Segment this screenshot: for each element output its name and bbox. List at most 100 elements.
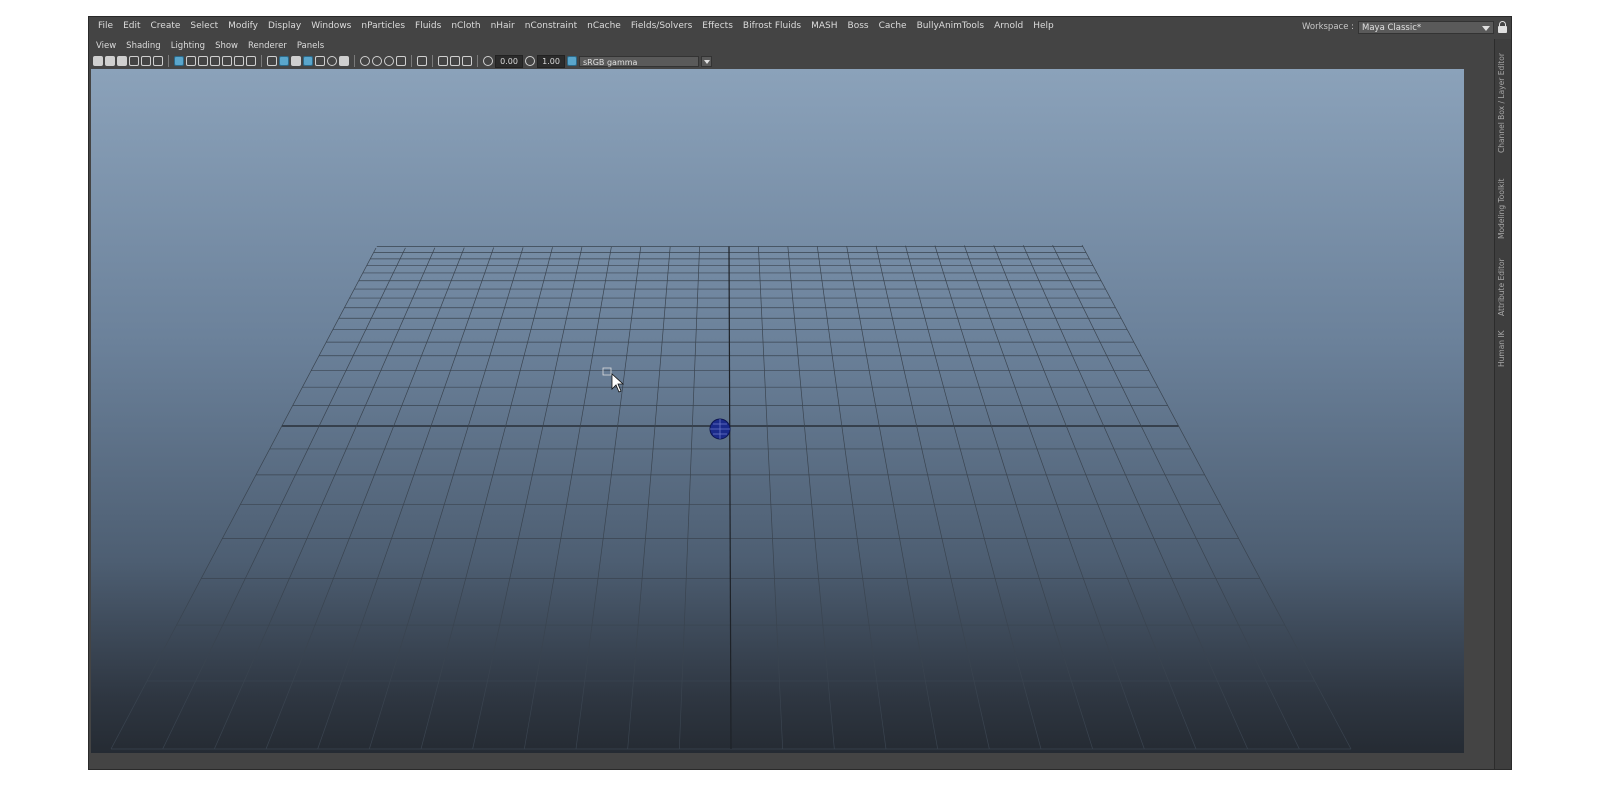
panel-menu-panels[interactable]: Panels <box>292 39 329 53</box>
grid-line <box>1052 244 1300 750</box>
menu-bifrost-fluids[interactable]: Bifrost Fluids <box>738 17 806 35</box>
colorspace-icon[interactable] <box>567 56 577 66</box>
grid-line <box>472 247 583 750</box>
toolbar-separator <box>477 55 478 67</box>
grid-line <box>993 245 1197 750</box>
menu-edit[interactable]: Edit <box>118 17 145 35</box>
pivot-manipulator-icon[interactable] <box>709 418 731 440</box>
toolbar-separator <box>411 55 412 67</box>
panel-menu-view[interactable]: View <box>91 39 121 53</box>
screen-space-ao-icon[interactable] <box>360 56 370 66</box>
tab-attribute-editor[interactable]: Attribute Editor <box>1497 254 1509 320</box>
cursor-badge-icon <box>602 367 612 376</box>
film-gate-icon[interactable] <box>186 56 196 66</box>
exposure-icon[interactable] <box>483 56 493 66</box>
camera-attributes-icon[interactable] <box>105 56 115 66</box>
safe-action-icon[interactable] <box>234 56 244 66</box>
grid-line <box>964 245 1145 750</box>
menu-modify[interactable]: Modify <box>223 17 263 35</box>
menu-create[interactable]: Create <box>146 17 186 35</box>
ground-grid <box>110 244 1352 750</box>
grid-line <box>110 247 377 750</box>
menu-nparticles[interactable]: nParticles <box>356 17 410 35</box>
menu-nconstraint[interactable]: nConstraint <box>520 17 582 35</box>
tab-modeling-toolkit[interactable]: Modeling Toolkit <box>1497 174 1509 244</box>
menu-bullyanimtools[interactable]: BullyAnimTools <box>912 17 990 35</box>
xray-joints-icon[interactable] <box>462 56 472 66</box>
shadows-icon[interactable] <box>339 56 349 66</box>
menu-ncloth[interactable]: nCloth <box>446 17 485 35</box>
grid-line <box>627 246 671 750</box>
menu-cache[interactable]: Cache <box>874 17 912 35</box>
camera-bookmark-icon[interactable] <box>117 56 127 66</box>
workspace-selector: Workspace : Maya Classic* <box>1302 19 1507 35</box>
menu-mash[interactable]: MASH <box>806 17 842 35</box>
grid-line <box>368 247 524 750</box>
cursor-icon <box>611 373 625 393</box>
smooth-shade-icon[interactable] <box>279 56 289 66</box>
wireframe-icon[interactable] <box>267 56 277 66</box>
exposure-field[interactable]: 0.00 <box>495 54 523 68</box>
grease-pencil-icon[interactable] <box>153 56 163 66</box>
panel-menu-renderer[interactable]: Renderer <box>243 39 292 53</box>
anti-aliasing-icon[interactable] <box>384 56 394 66</box>
isolate-icon[interactable] <box>417 56 427 66</box>
menu-arnold[interactable]: Arnold <box>989 17 1028 35</box>
camera-icon[interactable] <box>93 56 103 66</box>
panel-menubar: View Shading Lighting Show Renderer Pane… <box>89 39 329 53</box>
side-tab-strip: Channel Box / Layer Editor Modeling Tool… <box>1494 39 1511 769</box>
toolbar-separator <box>432 55 433 67</box>
grid-line <box>162 247 406 750</box>
menu-nhair[interactable]: nHair <box>486 17 520 35</box>
xray-icon[interactable] <box>438 56 448 66</box>
safe-title-icon[interactable] <box>246 56 256 66</box>
lock-icon[interactable] <box>1498 21 1507 33</box>
menu-boss[interactable]: Boss <box>843 17 874 35</box>
lighting-icon[interactable] <box>327 56 337 66</box>
toolbar-separator <box>168 55 169 67</box>
menu-fluids[interactable]: Fluids <box>410 17 446 35</box>
grid-line <box>1081 244 1352 750</box>
toolbar-separator <box>354 55 355 67</box>
panel-menu-lighting[interactable]: Lighting <box>166 39 210 53</box>
menu-fields-solvers[interactable]: Fields/Solvers <box>626 17 697 35</box>
grid-line <box>214 247 436 750</box>
grid-line <box>846 245 939 750</box>
tab-channel-box-layer-editor[interactable]: Channel Box / Layer Editor <box>1497 47 1509 159</box>
image-plane-icon[interactable] <box>129 56 139 66</box>
menu-select[interactable]: Select <box>185 17 223 35</box>
menu-file[interactable]: File <box>93 17 118 35</box>
menu-help[interactable]: Help <box>1028 17 1059 35</box>
default-material-icon[interactable] <box>291 56 301 66</box>
grid-line <box>265 247 465 750</box>
main-menu: File Edit Create Select Modify Display W… <box>89 17 1059 35</box>
menu-windows[interactable]: Windows <box>306 17 356 35</box>
grid-line <box>678 246 700 750</box>
panel-menu-shading[interactable]: Shading <box>121 39 166 53</box>
menu-effects[interactable]: Effects <box>697 17 738 35</box>
resolution-gate-icon[interactable] <box>198 56 208 66</box>
grid-line <box>523 246 612 750</box>
menu-display[interactable]: Display <box>263 17 306 35</box>
panel-menu-show[interactable]: Show <box>210 39 243 53</box>
gate-mask-icon[interactable] <box>210 56 220 66</box>
depth-of-field-icon[interactable] <box>396 56 406 66</box>
grid-icon[interactable] <box>174 56 184 66</box>
twod-pan-zoom-icon[interactable] <box>141 56 151 66</box>
perspective-viewport[interactable] <box>91 69 1464 753</box>
color-space-dropdown[interactable]: sRGB gamma <box>579 55 699 67</box>
motion-blur-icon[interactable] <box>372 56 382 66</box>
field-chart-icon[interactable] <box>222 56 232 66</box>
gamma-icon[interactable] <box>525 56 535 66</box>
wireframe-on-shaded-icon[interactable] <box>303 56 313 66</box>
workspace-dropdown[interactable]: Maya Classic* <box>1358 20 1494 34</box>
tab-human-ik[interactable]: Human IK <box>1497 329 1509 369</box>
textured-icon[interactable] <box>315 56 325 66</box>
grid-line <box>875 245 990 750</box>
chevron-down-icon[interactable] <box>701 55 712 67</box>
xray-active-icon[interactable] <box>450 56 460 66</box>
grid-line <box>905 245 1042 750</box>
menu-ncache[interactable]: nCache <box>582 17 626 35</box>
grid-line <box>1022 245 1248 750</box>
gamma-field[interactable]: 1.00 <box>537 54 565 68</box>
